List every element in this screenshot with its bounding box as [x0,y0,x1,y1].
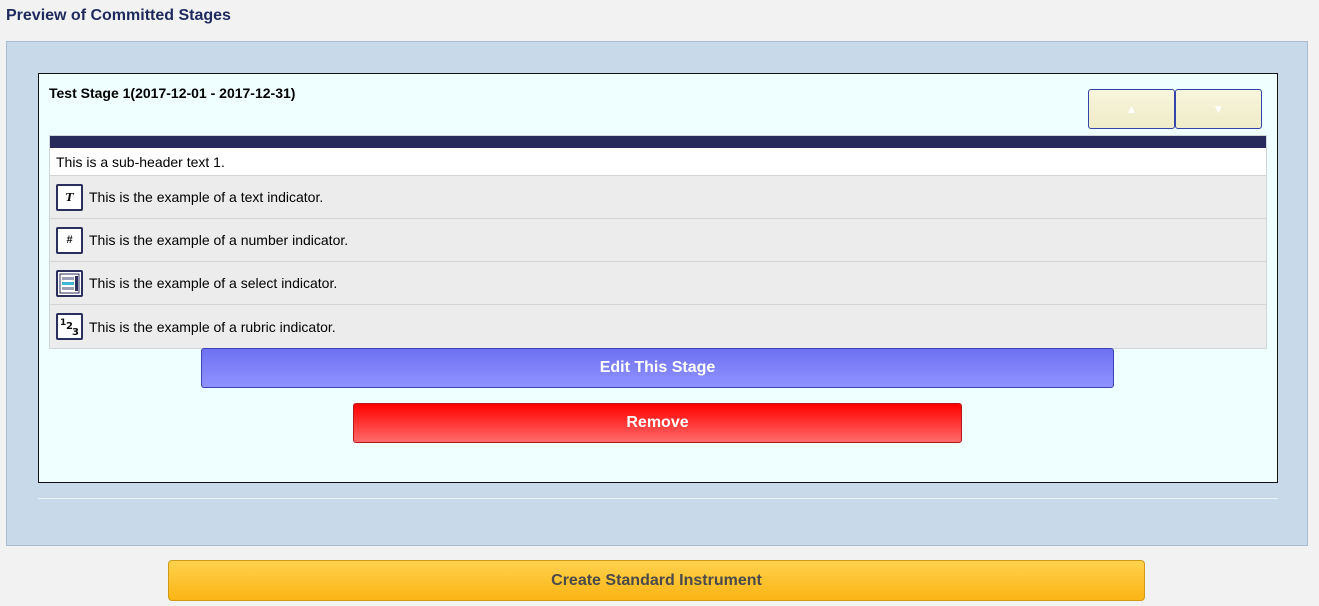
arrow-down-icon: ▼ [1212,102,1225,116]
arrow-up-icon: ▲ [1125,102,1138,116]
indicator-row-text[interactable]: T This is the example of a text indicato… [50,176,1266,219]
text-icon: T [56,183,83,211]
stages-panel: Test Stage 1(2017-12-01 - 2017-12-31) ▲ … [6,41,1308,546]
indicator-row-rubric[interactable]: 1 2 3 This is the example of a rubric in… [50,305,1266,348]
number-icon: # [56,226,83,254]
indicator-label: This is the example of a select indicato… [89,275,338,291]
indicator-label: This is the example of a text indicator. [89,189,324,205]
divider [38,498,1278,499]
select-icon [56,269,83,297]
indicator-table: This is a sub-header text 1. T This is t… [49,135,1267,349]
indicator-row-number[interactable]: # This is the example of a number indica… [50,219,1266,262]
subheader-row: This is a sub-header text 1. [50,148,1266,176]
indicator-row-select[interactable]: This is the example of a select indicato… [50,262,1266,305]
indicator-label: This is the example of a rubric indicato… [89,318,336,335]
edit-stage-button[interactable]: Edit This Stage [201,348,1114,388]
svg-text:3: 3 [72,327,79,337]
create-instrument-button[interactable]: Create Standard Instrument [168,560,1145,601]
stage-title: Test Stage 1(2017-12-01 - 2017-12-31) [49,85,296,101]
table-header-bar [50,136,1266,148]
rubric-icon: 1 2 3 [56,313,83,340]
move-down-button[interactable]: ▼ [1175,89,1262,129]
indicator-label: This is the example of a number indicato… [89,232,349,248]
move-up-button[interactable]: ▲ [1088,89,1175,129]
remove-button[interactable]: Remove [353,403,962,443]
stage-card: Test Stage 1(2017-12-01 - 2017-12-31) ▲ … [38,73,1278,483]
page-title: Preview of Committed Stages [6,7,231,24]
